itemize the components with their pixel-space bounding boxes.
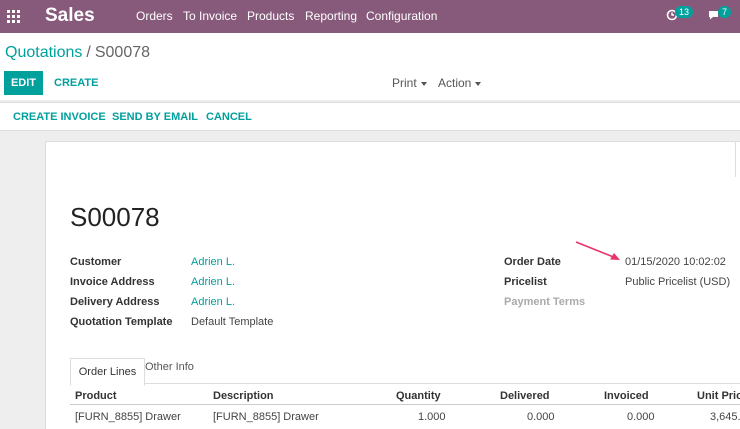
menu-to-invoice[interactable]: To Invoice [183, 9, 237, 23]
menu-reporting[interactable]: Reporting [305, 9, 357, 23]
annotation-arrow-icon [574, 240, 624, 269]
column-header-delivered[interactable]: Delivered [500, 390, 550, 402]
column-header-quantity[interactable]: Quantity [396, 390, 441, 402]
edit-button[interactable]: EDIT [4, 71, 43, 95]
invoice-address-link[interactable]: Adrien L. [191, 276, 235, 288]
cell-delivered: 0.000 [527, 411, 555, 423]
delivery-address-label: Delivery Address [70, 296, 160, 308]
delivery-address-link[interactable]: Adrien L. [191, 296, 235, 308]
quotation-template-value: Default Template [191, 316, 274, 328]
activity-count-badge: 13 [675, 6, 694, 18]
menu-products[interactable]: Products [247, 9, 294, 23]
chevron-down-icon [475, 81, 482, 86]
cell-invoiced: 0.000 [627, 411, 655, 423]
cell-quantity[interactable]: 1.000 [418, 411, 446, 423]
order-date-value: 01/15/2020 10:02:02 [625, 256, 726, 268]
breadcrumb: Quotations / S00078 [5, 44, 150, 62]
menu-configuration[interactable]: Configuration [366, 9, 437, 23]
customer-label: Customer [70, 256, 122, 268]
tabs-divider [70, 383, 740, 384]
control-panel: Quotations / S00078 EDIT CREATE Print Acti… [0, 33, 740, 100]
table-header-divider [70, 404, 740, 405]
apps-menu-icon[interactable] [7, 10, 20, 23]
statusbar: CREATE INVOICE SEND BY EMAIL CANCEL [0, 102, 740, 131]
pricelist-label: Pricelist [504, 276, 547, 288]
cell-product[interactable]: [FURN_8855] Drawer [75, 411, 181, 423]
print-dropdown[interactable]: Print [392, 76, 427, 90]
tab-order-lines[interactable]: Order Lines [70, 358, 145, 386]
action-label: Action [438, 76, 472, 90]
order-title: S00078 [70, 202, 160, 232]
breadcrumb-quotations-link[interactable]: Quotations [5, 44, 82, 61]
send-by-email-button[interactable]: SEND BY EMAIL [112, 111, 198, 123]
menu-orders[interactable]: Orders [136, 9, 173, 23]
print-label: Print [392, 76, 417, 90]
breadcrumb-separator: / [86, 44, 91, 61]
invoice-address-label: Invoice Address [70, 276, 155, 288]
chevron-down-icon [420, 81, 427, 86]
messages-count-badge: 7 [718, 6, 732, 18]
quotation-template-label: Quotation Template [70, 316, 173, 328]
customer-link[interactable]: Adrien L. [191, 256, 235, 268]
top-navbar: Sales Orders To Invoice Products Reporti… [0, 0, 740, 33]
sheet-header-strip [45, 141, 740, 179]
order-date-label: Order Date [504, 256, 561, 268]
pricelist-value: Public Pricelist (USD) [625, 276, 731, 288]
column-header-invoiced[interactable]: Invoiced [604, 390, 649, 402]
app-brand[interactable]: Sales [45, 5, 95, 27]
breadcrumb-current: S00078 [94, 44, 151, 61]
column-header-unit-price[interactable]: Unit Price [697, 390, 740, 402]
create-invoice-button[interactable]: CREATE INVOICE [13, 111, 106, 123]
column-header-description[interactable]: Description [213, 390, 274, 402]
cell-description[interactable]: [FURN_8855] Drawer [213, 411, 319, 423]
create-button[interactable]: CREATE [54, 77, 98, 89]
payment-terms-label: Payment Terms [504, 296, 586, 308]
cancel-button[interactable]: CANCEL [206, 111, 252, 123]
column-header-product[interactable]: Product [75, 390, 117, 402]
cell-unit-price[interactable]: 3,645.00 [710, 411, 740, 423]
tab-other-info[interactable]: Other Info [145, 361, 194, 373]
action-dropdown[interactable]: Action [438, 76, 482, 90]
